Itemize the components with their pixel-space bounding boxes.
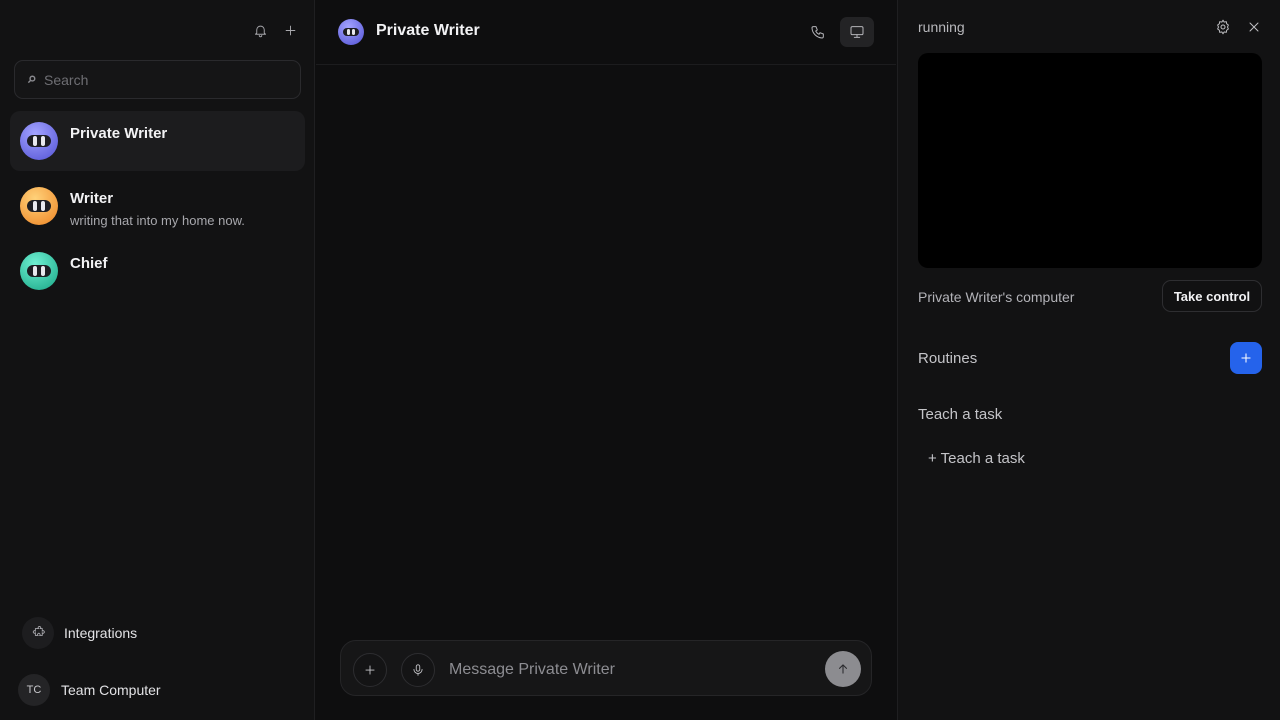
puzzle-icon: [22, 617, 54, 649]
chat-item-preview: writing that into my home now.: [70, 213, 245, 228]
chat-item-private-writer[interactable]: Private Writer: [10, 111, 305, 171]
arrow-up-icon: [838, 664, 848, 674]
chat-item-name: Chief: [70, 255, 108, 272]
call-button[interactable]: [808, 22, 828, 42]
plus-icon: [1241, 353, 1251, 363]
sidebar: Private Writer Writer writing that into …: [0, 0, 315, 720]
integrations-label: Integrations: [64, 625, 138, 641]
close-panel-button[interactable]: [1246, 19, 1262, 35]
chat-list: Private Writer Writer writing that into …: [10, 111, 305, 306]
computer-view-button[interactable]: [840, 17, 874, 47]
routines-heading: Routines: [918, 350, 978, 367]
send-button[interactable]: [825, 651, 861, 687]
integrations-link[interactable]: Integrations: [22, 617, 137, 649]
chat-main: Private Writer: [316, 0, 896, 720]
computer-status: running: [918, 19, 965, 35]
teach-task-heading: Teach a task: [918, 406, 1003, 423]
chat-item-writer[interactable]: Writer writing that into my home now.: [10, 176, 305, 236]
microphone-icon: [413, 664, 423, 676]
robot-avatar-icon: [20, 187, 58, 225]
chat-item-name: Private Writer: [70, 125, 168, 142]
chat-item-chief[interactable]: Chief: [10, 241, 305, 301]
search-icon: [27, 75, 36, 84]
avatar: [338, 19, 364, 45]
add-routine-button[interactable]: [1230, 342, 1262, 374]
sidebar-top-actions: [252, 22, 298, 38]
search-input[interactable]: [44, 71, 284, 88]
team-avatar: TC: [18, 674, 50, 706]
avatar: [20, 252, 58, 290]
take-control-button[interactable]: Take control: [1162, 280, 1262, 312]
computer-panel: running Private Writer's computer Take c…: [897, 0, 1280, 720]
computer-screen-preview[interactable]: [918, 53, 1262, 268]
robot-avatar-icon: [20, 252, 58, 290]
close-icon: [1249, 22, 1259, 32]
team-name: Team Computer: [61, 682, 161, 698]
search-box: [14, 60, 301, 99]
voice-input-button[interactable]: [401, 653, 435, 687]
plus-icon: [365, 665, 375, 675]
avatar: [20, 187, 58, 225]
gear-icon: [1217, 19, 1229, 35]
phone-icon: [811, 26, 824, 39]
chat-item-name: Writer: [70, 190, 114, 207]
avatar: [20, 122, 58, 160]
attach-button[interactable]: [353, 653, 387, 687]
team-switcher[interactable]: TC Team Computer: [18, 674, 161, 706]
new-chat-plus-icon[interactable]: [282, 22, 298, 38]
settings-button[interactable]: [1215, 19, 1231, 35]
message-composer: [340, 640, 872, 696]
teach-task-link[interactable]: + Teach a task: [928, 450, 1025, 467]
notifications-bell-icon[interactable]: [252, 22, 268, 38]
chat-header: Private Writer: [316, 0, 896, 65]
monitor-icon: [850, 26, 864, 38]
chat-title: Private Writer: [376, 22, 480, 39]
robot-avatar-icon: [20, 122, 58, 160]
robot-avatar-icon: [338, 19, 364, 45]
message-input[interactable]: [449, 658, 809, 682]
computer-name-label: Private Writer's computer: [918, 289, 1075, 305]
